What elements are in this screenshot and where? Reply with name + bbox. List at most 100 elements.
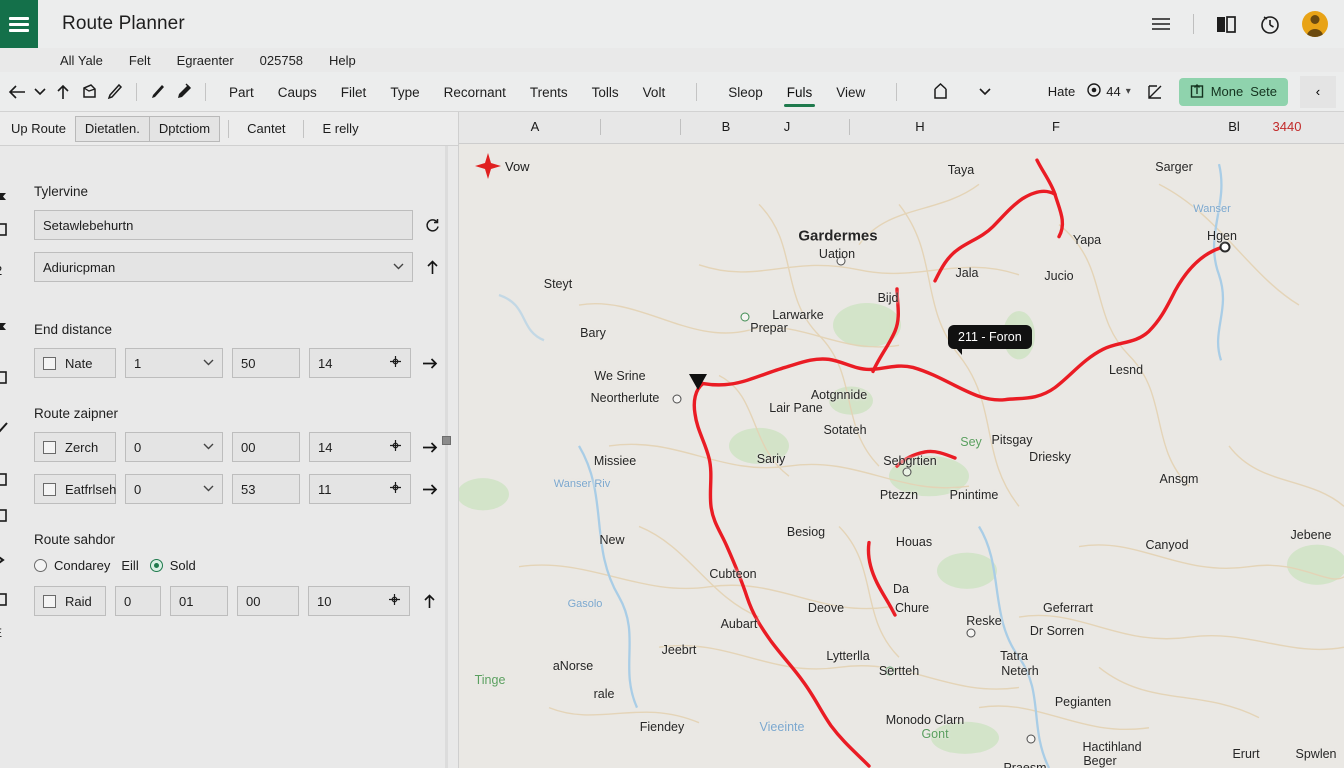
col-header-j[interactable]: J — [784, 119, 791, 134]
tab-caups[interactable]: Caups — [277, 75, 318, 109]
tab-volt[interactable]: Volt — [642, 75, 667, 109]
menu-icon[interactable] — [1149, 12, 1173, 36]
map-canvas[interactable]: Vow 211 - Foron Taya Sarger Gardermes Uatio… — [459, 144, 1344, 768]
checkbox-icon[interactable] — [43, 356, 56, 370]
poi-icon[interactable] — [966, 628, 976, 638]
route-callout[interactable]: 211 - Foron — [948, 325, 1032, 355]
checkbox-icon-3[interactable] — [0, 464, 7, 494]
pen-icon[interactable] — [102, 77, 128, 107]
book-icon[interactable] — [1214, 12, 1238, 36]
move-icon[interactable] — [389, 355, 402, 371]
eill-label[interactable]: Eill — [121, 558, 138, 573]
setawlebehurtn-input[interactable]: Setawlebehurtn — [34, 210, 413, 240]
up-arrow-icon[interactable] — [422, 259, 442, 275]
raid-field-2[interactable]: 01 — [170, 586, 228, 616]
col-header-bl[interactable]: Bl — [1228, 119, 1240, 134]
col-header-a[interactable]: A — [531, 119, 540, 134]
tab-tolls[interactable]: Tolls — [591, 75, 620, 109]
checkbox-icon[interactable] — [43, 440, 56, 454]
lp-tab-up-route[interactable]: Up Route — [2, 112, 75, 146]
radio-option-condarey[interactable]: Condarey — [34, 558, 110, 573]
tab-recornant[interactable]: Recornant — [443, 75, 507, 109]
radio-icon[interactable] — [34, 559, 47, 572]
eatfrlseh-checkbox-field[interactable]: Eatfrlseh — [34, 474, 116, 504]
raid-field-1[interactable]: 0 — [115, 586, 161, 616]
checkbox-icon-4[interactable] — [0, 494, 7, 536]
poi-icon[interactable] — [672, 394, 682, 404]
collapse-panel-button[interactable]: ‹ — [1300, 75, 1336, 108]
route-endpoint-pin[interactable] — [1219, 241, 1231, 253]
scrollbar-thumb[interactable] — [442, 436, 451, 445]
move-icon[interactable] — [389, 481, 402, 497]
zerch-field-3-wrap[interactable]: 14 — [309, 432, 411, 462]
highlighter-icon[interactable] — [171, 77, 197, 107]
tab-filet[interactable]: Filet — [340, 75, 368, 109]
checkbox-icon[interactable] — [0, 214, 7, 244]
app-menu-button[interactable] — [0, 0, 38, 48]
radio-icon-selected[interactable] — [149, 559, 163, 572]
move-icon[interactable] — [388, 593, 401, 609]
scrollbar-track[interactable] — [445, 146, 448, 768]
menu-item-4[interactable]: Help — [329, 53, 356, 68]
adiuricpman-select[interactable]: Adiuricpman — [34, 252, 413, 282]
raid-field-3[interactable]: 00 — [237, 586, 299, 616]
up-arrow-icon[interactable] — [50, 77, 76, 107]
tab-fuls[interactable]: Fuls — [783, 75, 815, 109]
col-header-b[interactable]: B — [722, 119, 731, 134]
eatfrlseh-select[interactable]: 0 — [125, 474, 223, 504]
eatfrlseh-field-3-wrap[interactable]: 11 — [309, 474, 411, 504]
lp-tab-dptctiom[interactable]: Dptctiom — [148, 115, 221, 142]
checkbox-icon-2[interactable] — [0, 362, 7, 392]
tab-trents[interactable]: Trents — [529, 75, 569, 109]
refresh-icon[interactable] — [422, 218, 442, 233]
up-arrow-icon[interactable] — [419, 593, 439, 609]
tab-view[interactable]: View — [835, 75, 866, 109]
tab-part[interactable]: Part — [228, 75, 255, 109]
zerch-select[interactable]: 0 — [125, 432, 223, 462]
menu-item-1[interactable]: Felt — [129, 53, 151, 68]
chevron-down-icon[interactable] — [30, 77, 50, 107]
eatfrlseh-field-2[interactable]: 53 — [232, 474, 300, 504]
zerch-field-2[interactable]: 00 — [232, 432, 300, 462]
lp-tab-e-relly[interactable]: E relly — [313, 112, 367, 146]
zerch-checkbox-field[interactable]: Zerch — [34, 432, 116, 462]
arrow-right-icon[interactable] — [420, 441, 440, 454]
menu-item-0[interactable]: All Yale — [60, 53, 103, 68]
arrow-right-icon[interactable] — [420, 483, 440, 496]
pencil-square-icon[interactable] — [1143, 80, 1167, 104]
arrow-right-icon[interactable] — [420, 357, 440, 370]
radio-option-sold[interactable]: Sold — [149, 558, 196, 573]
poi-icon[interactable] — [1026, 734, 1036, 744]
move-set-button[interactable]: Mone Sete — [1178, 77, 1288, 106]
share-chevron-icon[interactable] — [975, 77, 995, 107]
col-header-total[interactable]: 3440 — [1273, 119, 1302, 134]
lp-tab-dietatlen[interactable]: Dietatlen. — [74, 115, 150, 142]
move-icon[interactable] — [389, 439, 402, 455]
nate-checkbox-field[interactable]: Nate — [34, 348, 116, 378]
checkbox-icon[interactable] — [43, 482, 56, 496]
marker-icon[interactable] — [145, 77, 171, 107]
share-icon[interactable] — [927, 77, 953, 107]
col-header-h[interactable]: H — [915, 119, 924, 134]
start-star-icon[interactable] — [474, 152, 502, 180]
avatar[interactable] — [1302, 11, 1328, 37]
tab-sleop[interactable]: Sleop — [727, 75, 764, 109]
edit-shape-icon[interactable] — [76, 77, 102, 107]
lp-tab-cantet[interactable]: Cantet — [238, 112, 294, 146]
end-distance-select[interactable]: 1 — [125, 348, 223, 378]
raid-checkbox-field[interactable]: Raid — [34, 586, 106, 616]
poi-icon-green[interactable] — [740, 312, 750, 322]
zoom-control[interactable]: 44 ▾ — [1087, 83, 1131, 100]
clock-icon[interactable] — [1258, 12, 1282, 36]
checkbox-icon[interactable] — [43, 594, 56, 608]
end-distance-field-2[interactable]: 50 — [232, 348, 300, 378]
zoom-caret-icon[interactable]: ▾ — [1126, 86, 1131, 97]
tab-type[interactable]: Type — [389, 75, 420, 109]
left-panel-scrollbar[interactable] — [441, 146, 452, 768]
vehicle-marker-icon[interactable] — [689, 374, 707, 390]
menu-item-3[interactable]: 025758 — [260, 53, 303, 68]
back-arrow-icon[interactable] — [4, 77, 30, 107]
poi-icon[interactable] — [902, 467, 912, 477]
menu-item-2[interactable]: Egraenter — [177, 53, 234, 68]
checkbox-icon-5[interactable] — [0, 584, 7, 614]
